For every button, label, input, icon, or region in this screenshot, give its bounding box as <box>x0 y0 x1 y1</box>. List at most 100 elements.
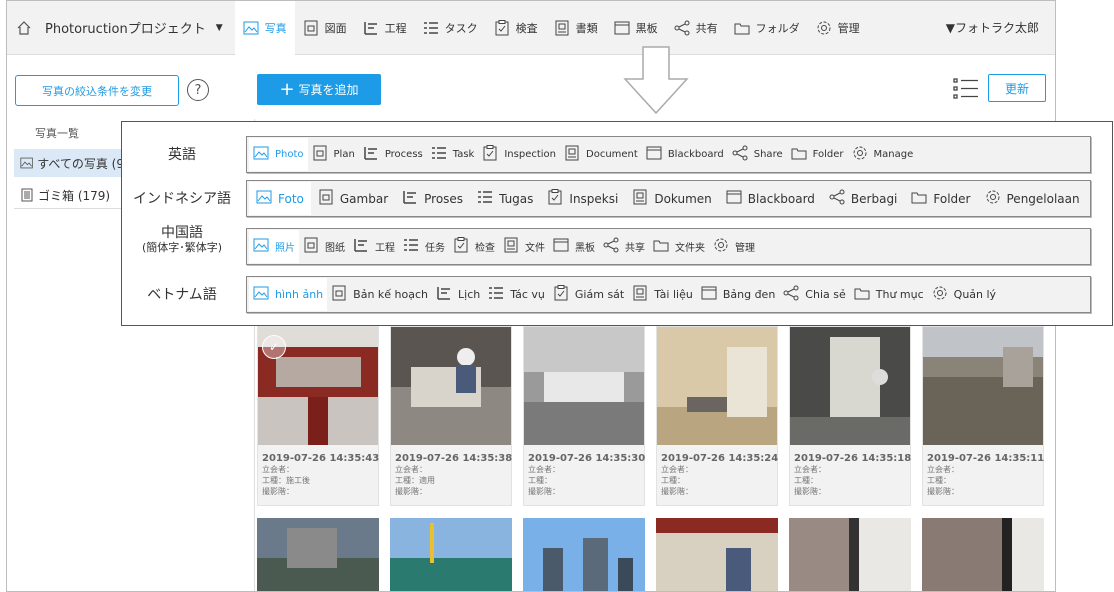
language-label: ベトナム語 <box>122 284 242 304</box>
drawing-icon <box>331 285 347 304</box>
nav-item-document[interactable]: 書類 <box>546 1 606 55</box>
language-nav-item-photo[interactable]: 照片 <box>249 230 299 263</box>
photo-card[interactable]: 2019-07-26 14:35:24 立会者： 工種： 撮影階： <box>656 326 778 506</box>
nav-item-inspection[interactable]: 検査 <box>486 1 546 55</box>
down-arrow-icon <box>623 46 689 115</box>
nav-item-label: タスク <box>444 21 478 35</box>
language-nav-item-gear[interactable]: Pengelolaan <box>978 182 1087 215</box>
language-nav-item-task[interactable]: 任务 <box>399 230 449 263</box>
share-icon <box>829 189 845 208</box>
language-nav-item-label: Blackboard <box>747 191 815 206</box>
language-nav-item-folder[interactable]: Thư mục <box>850 278 928 311</box>
project-selector[interactable]: Photoructionプロジェクト ▼ <box>45 18 223 37</box>
process-icon <box>436 285 452 304</box>
language-nav-item-process[interactable]: 工程 <box>349 230 399 263</box>
language-nav-item-drawing[interactable]: 图纸 <box>299 230 349 263</box>
add-photo-button[interactable]: + 写真を追加 <box>257 74 381 105</box>
language-nav-item-label: Bảng đen <box>722 288 776 301</box>
language-nav-item-share[interactable]: Chia sẻ <box>779 278 849 311</box>
nav-item-task[interactable]: タスク <box>415 1 486 55</box>
language-nav-item-folder[interactable]: Folder <box>787 138 848 171</box>
refresh-button[interactable]: 更新 <box>988 74 1046 102</box>
photo-thumbnail[interactable] <box>656 518 778 592</box>
photo-floor: 撮影階： <box>794 487 826 496</box>
language-nav-item-document[interactable]: Document <box>560 138 642 171</box>
nav-item-folder[interactable]: フォルダ <box>726 1 808 55</box>
language-nav-item-folder[interactable]: 文件夹 <box>649 230 709 263</box>
inspection-icon <box>553 285 569 304</box>
language-nav-item-photo[interactable]: hình ảnh <box>249 278 328 311</box>
photo-card[interactable]: 2019-07-26 14:35:30 立会者： 工種： 撮影階： <box>523 326 645 506</box>
photo-card[interactable]: 2019-07-26 14:35:18 立会者： 工種： 撮影階： <box>789 326 911 506</box>
photo-card[interactable]: 2019-07-26 14:35:38 立会者： 工種：適用 撮影階： <box>390 326 512 506</box>
photo-attendee: 立会者： <box>927 465 959 474</box>
photo-card[interactable]: 2019-07-26 14:35:11 立会者： 工種： 撮影階： <box>922 326 1044 506</box>
language-nav-item-label: Gambar <box>339 191 389 206</box>
nav-item-drawing[interactable]: 図面 <box>295 1 355 55</box>
sidebar-item-all-photos[interactable]: すべての写真 (9 <box>14 149 124 177</box>
language-nav-item-document[interactable]: Tài liệu <box>628 278 697 311</box>
photo-thumbnail[interactable] <box>257 518 379 592</box>
language-nav-item-label: Proses <box>424 191 464 206</box>
photo-thumbnail[interactable] <box>922 518 1044 592</box>
language-nav-item-blackboard[interactable]: Bảng đen <box>697 278 779 311</box>
nav-item-label: 図面 <box>324 21 347 35</box>
language-nav-item-task[interactable]: Tugas <box>470 182 540 215</box>
language-nav-item-drawing[interactable]: Gambar <box>311 182 395 215</box>
sidebar-item-trash[interactable]: ゴミ箱 (179) <box>14 181 124 209</box>
language-nav-item-drawing[interactable]: Plan <box>308 138 359 171</box>
language-nav-item-process[interactable]: Lịch <box>432 278 484 311</box>
blackboard-icon <box>553 237 569 256</box>
photo-card[interactable]: ✓ 2019-07-26 14:35:43 立会者： 工種：施工後 撮影階： <box>257 326 379 506</box>
select-check-icon[interactable]: ✓ <box>262 335 286 359</box>
share-icon <box>783 285 799 304</box>
language-nav-item-task[interactable]: Task <box>427 138 479 171</box>
language-nav-item-label: Berbagi <box>850 191 898 206</box>
language-nav-item-label: Foto <box>278 191 304 206</box>
language-nav-item-inspection[interactable]: Inspeksi <box>540 182 625 215</box>
photo-thumbnail[interactable] <box>789 518 911 592</box>
language-nav-item-share[interactable]: Share <box>728 138 787 171</box>
language-nav-item-blackboard[interactable]: Blackboard <box>719 182 822 215</box>
language-nav-item-process[interactable]: Proses <box>395 182 470 215</box>
nav-item-photo[interactable]: 写真 <box>234 1 295 55</box>
language-nav-item-label: Plan <box>333 149 355 160</box>
language-nav-item-share[interactable]: 共享 <box>599 230 649 263</box>
language-nav-item-drawing[interactable]: Bản kế hoạch <box>327 278 432 311</box>
language-nav-item-blackboard[interactable]: 黑板 <box>549 230 599 263</box>
help-icon[interactable]: ? <box>187 79 209 101</box>
photo-thumbnail[interactable] <box>390 518 512 592</box>
language-nav-bar: Foto Gambar Proses Tugas Inspeksi Dokumen Blac… <box>246 180 1091 217</box>
language-nav-item-gear[interactable]: 管理 <box>709 230 759 263</box>
user-menu[interactable]: ▼フォトラク太郎 <box>946 19 1039 36</box>
language-nav-item-gear[interactable]: Manage <box>848 138 918 171</box>
nav-item-label: 共有 <box>695 21 718 35</box>
language-nav-item-inspection[interactable]: 检查 <box>449 230 499 263</box>
photo-process: 工種： <box>528 476 552 485</box>
home-icon[interactable] <box>13 18 35 38</box>
language-nav-item-inspection[interactable]: Inspection <box>478 138 560 171</box>
language-nav-item-gear[interactable]: Quản lý <box>928 278 1000 311</box>
nav-item-gear[interactable]: 管理 <box>808 1 868 55</box>
language-nav-item-inspection[interactable]: Giám sát <box>549 278 628 311</box>
nav-item-process[interactable]: 工程 <box>355 1 415 55</box>
language-nav-item-share[interactable]: Berbagi <box>822 182 904 215</box>
language-nav-item-label: 工程 <box>375 243 395 254</box>
language-nav-item-document[interactable]: 文件 <box>499 230 549 263</box>
language-nav-item-photo[interactable]: Foto <box>249 182 311 215</box>
language-nav-item-label: Folder <box>812 149 844 160</box>
language-nav-item-document[interactable]: Dokumen <box>625 182 718 215</box>
document-icon <box>632 189 648 208</box>
change-filter-button[interactable]: 写真の絞込条件を変更 <box>15 75 179 106</box>
language-nav-item-blackboard[interactable]: Blackboard <box>642 138 728 171</box>
photo-thumbnail[interactable] <box>523 518 645 592</box>
task-icon <box>431 145 447 164</box>
list-view-icon[interactable] <box>953 78 979 100</box>
language-nav-item-photo[interactable]: Photo <box>249 138 308 171</box>
drawing-icon <box>303 237 319 256</box>
language-nav-item-task[interactable]: Tác vụ <box>484 278 549 311</box>
language-nav-item-label: 文件 <box>525 243 545 254</box>
language-nav-item-folder[interactable]: Folder <box>904 182 977 215</box>
photo-icon <box>253 237 269 256</box>
language-nav-item-process[interactable]: Process <box>359 138 427 171</box>
